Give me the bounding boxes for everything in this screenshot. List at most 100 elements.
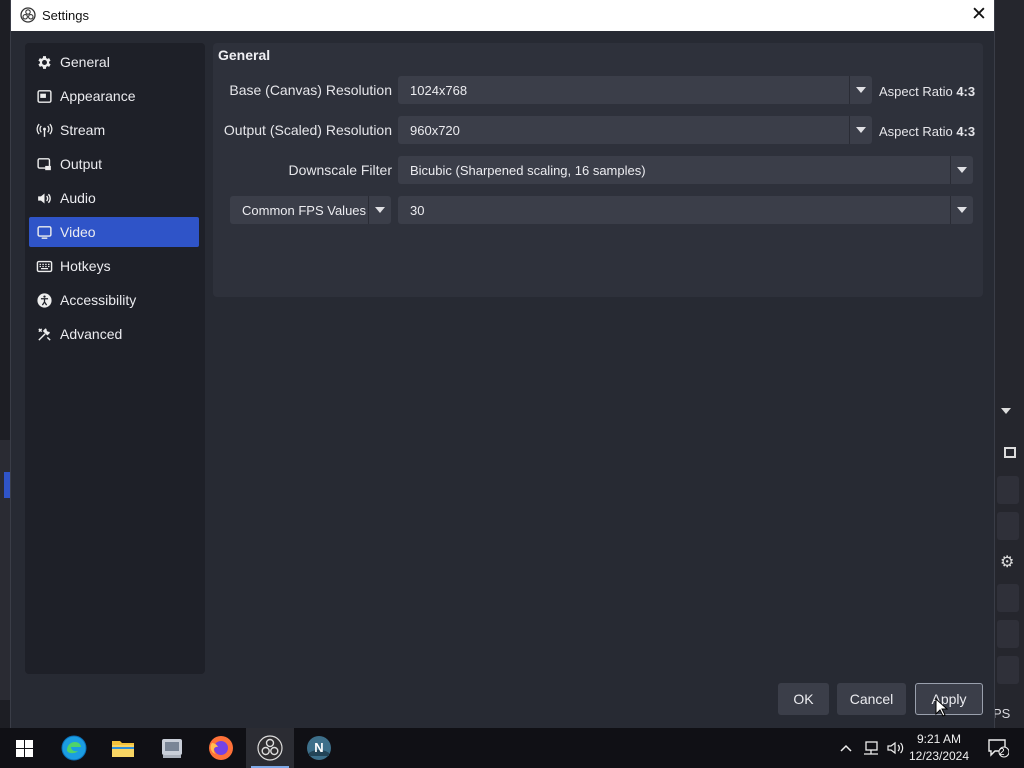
close-button[interactable]: ✕ [967, 3, 991, 27]
background-dropdown-arrow [1001, 408, 1011, 414]
background-right-strip: ⚙ [993, 0, 1024, 728]
background-block [997, 656, 1019, 684]
base-resolution-label: Base (Canvas) Resolution [229, 82, 392, 98]
aspect-ratio-prefix: Aspect Ratio [879, 124, 953, 139]
sidebar-item-output[interactable]: Output [29, 149, 199, 179]
output-icon [35, 155, 53, 173]
window-title: Settings [42, 8, 89, 23]
settings-dialog: Settings ✕ General Appearance Stream Out… [10, 0, 995, 728]
cancel-button[interactable]: Cancel [837, 683, 906, 715]
sidebar-item-label: Stream [60, 122, 106, 138]
taskbar-app-n[interactable]: N [295, 728, 343, 768]
app-n-icon: N [307, 736, 331, 760]
background-block [997, 512, 1019, 540]
taskbar-edge[interactable] [50, 728, 98, 768]
sidebar-item-label: Appearance [60, 88, 136, 104]
sidebar-item-label: Audio [60, 190, 96, 206]
windows-start-icon [15, 739, 33, 757]
chevron-up-icon [840, 744, 852, 752]
fps-value-combobox[interactable]: 30 [398, 196, 973, 224]
base-aspect-ratio: Aspect Ratio 4:3 [879, 84, 975, 99]
base-resolution-combobox[interactable]: 1024x768 [398, 76, 872, 104]
background-block [997, 476, 1019, 504]
ok-button[interactable]: OK [778, 683, 829, 715]
file-explorer-icon [112, 741, 134, 757]
sidebar-item-advanced[interactable]: Advanced [29, 319, 199, 349]
clock-time: 9:21 AM [916, 732, 962, 746]
output-resolution-combobox[interactable]: 960x720 [398, 116, 872, 144]
sidebar-item-hotkeys[interactable]: Hotkeys [29, 251, 199, 281]
gear-icon [35, 53, 53, 71]
background-block [997, 620, 1019, 648]
keyboard-icon [35, 257, 53, 275]
base-resolution-value: 1024x768 [410, 83, 468, 98]
sidebar-item-label: Advanced [60, 326, 123, 342]
start-button[interactable] [0, 728, 48, 768]
aspect-ratio-value: 4:3 [956, 84, 976, 99]
sidebar-item-appearance[interactable]: Appearance [29, 81, 199, 111]
show-hidden-icons-button[interactable] [836, 728, 856, 768]
sidebar-item-label: Hotkeys [60, 258, 111, 274]
taskbar-file-explorer[interactable] [99, 728, 147, 768]
notification-center-button[interactable]: 2 [978, 728, 1018, 768]
output-aspect-ratio: Aspect Ratio 4:3 [879, 124, 975, 139]
sidebar-item-accessibility[interactable]: Accessibility [29, 285, 199, 315]
taskbar-app[interactable] [148, 728, 196, 768]
aspect-ratio-value: 4:3 [956, 124, 976, 139]
svg-text:N: N [314, 740, 323, 755]
close-icon: ✕ [971, 4, 987, 25]
sidebar-item-label: Output [60, 156, 103, 172]
sidebar-item-stream[interactable]: Stream [29, 115, 199, 145]
fps-type-value: Common FPS Values [242, 203, 367, 218]
downscale-filter-value: Bicubic (Sharpened scaling, 16 samples) [410, 163, 646, 178]
title-bar[interactable]: Settings ✕ [11, 0, 994, 31]
output-resolution-value: 960x720 [410, 123, 460, 138]
sidebar-item-audio[interactable]: Audio [29, 183, 199, 213]
chevron-down-icon[interactable] [849, 116, 872, 144]
sidebar-item-label: Video [60, 224, 96, 240]
network-icon [864, 741, 878, 755]
tools-icon [35, 325, 53, 343]
output-resolution-label: Output (Scaled) Resolution [223, 122, 392, 138]
fps-type-combobox[interactable]: Common FPS Values [230, 196, 391, 224]
appearance-icon [35, 87, 53, 105]
firefox-icon [209, 736, 233, 760]
speaker-icon [35, 189, 53, 207]
apply-button[interactable]: Apply [915, 683, 983, 715]
obs-logo-icon [20, 7, 36, 23]
chevron-down-icon[interactable] [368, 196, 391, 224]
volume-button[interactable] [884, 728, 906, 768]
background-fps-text: PS [993, 706, 1011, 721]
sidebar-item-label: Accessibility [60, 292, 137, 308]
mouse-cursor-icon [935, 698, 949, 717]
broadcast-icon [35, 121, 53, 139]
chevron-down-icon[interactable] [950, 156, 973, 184]
network-button[interactable] [860, 728, 882, 768]
accessibility-icon [35, 291, 53, 309]
chevron-down-icon[interactable] [849, 76, 872, 104]
fps-value: 30 [410, 203, 425, 218]
obs-icon [257, 735, 283, 761]
monitor-icon [35, 223, 53, 241]
sidebar-item-video[interactable]: Video [29, 217, 199, 247]
app-icon [162, 739, 182, 758]
taskbar-clock[interactable]: 9:21 AM 12/23/2024 [905, 731, 973, 765]
video-general-panel: General Base (Canvas) Resolution 1024x76… [213, 43, 983, 297]
background-popout-icon [1004, 447, 1016, 458]
volume-icon [886, 741, 903, 755]
taskbar-obs[interactable] [246, 728, 294, 768]
sidebar-item-general[interactable]: General [29, 47, 199, 77]
clock-date: 12/23/2024 [908, 749, 970, 763]
settings-sidebar: General Appearance Stream Output Audio V… [25, 43, 205, 674]
sidebar-item-label: General [60, 54, 110, 70]
aspect-ratio-prefix: Aspect Ratio [879, 84, 953, 99]
downscale-filter-combobox[interactable]: Bicubic (Sharpened scaling, 16 samples) [398, 156, 973, 184]
downscale-filter-label: Downscale Filter [288, 162, 392, 178]
panel-title: General [218, 47, 271, 63]
background-gear-icon: ⚙ [1000, 554, 1015, 571]
chevron-down-icon[interactable] [950, 196, 973, 224]
notification-icon [988, 739, 1009, 758]
taskbar: N 9:21 AM 12/23/2024 2 [0, 728, 1024, 768]
background-block [997, 584, 1019, 612]
taskbar-firefox[interactable] [197, 728, 245, 768]
